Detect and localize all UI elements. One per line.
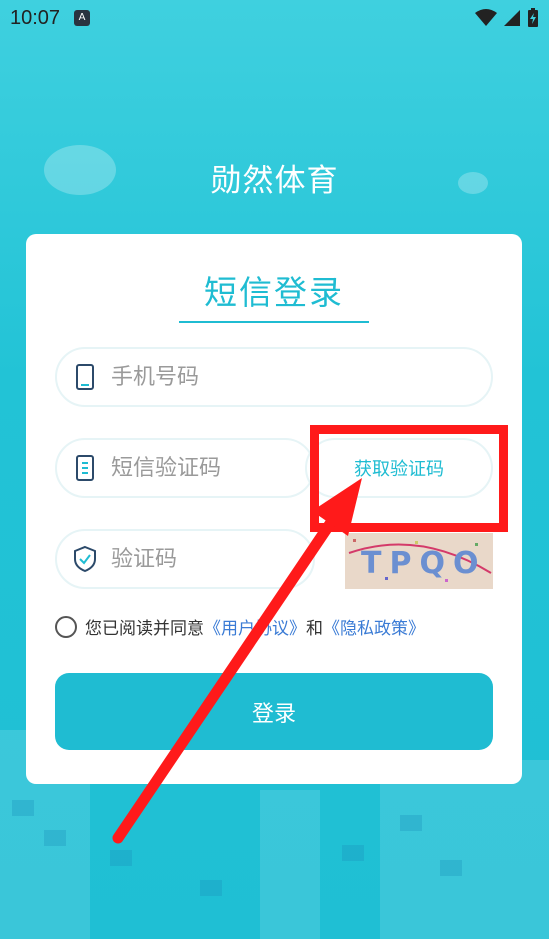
phone-input[interactable] (111, 364, 291, 390)
battery-charging-icon (528, 8, 538, 27)
captcha-field (55, 529, 315, 589)
captcha-text: TPQO (361, 546, 486, 581)
background-building (260, 790, 320, 939)
wifi-icon (475, 9, 497, 26)
agreement-prefix: 您已阅读并同意 (85, 619, 204, 639)
status-icons (475, 8, 539, 28)
background-window (342, 845, 364, 861)
message-icon (73, 454, 97, 482)
app-title: 勋然体育 (210, 163, 339, 199)
phone-icon (73, 363, 97, 391)
background-window (12, 800, 34, 816)
background-building (380, 760, 549, 939)
user-agreement-link[interactable]: 《用户协议》 (204, 614, 306, 639)
captcha-input[interactable] (111, 546, 291, 572)
background-window (44, 830, 66, 846)
shield-icon (73, 545, 97, 573)
notification-app-icon: A (74, 10, 91, 26)
signal-icon (504, 10, 520, 26)
login-button[interactable]: 登录 (55, 673, 493, 750)
title-underline (179, 321, 369, 323)
sms-code-input[interactable] (111, 455, 291, 481)
background-window (400, 815, 422, 831)
privacy-policy-link[interactable]: 《隐私政策》 (323, 614, 425, 639)
status-bar: 10:07 A (0, 0, 549, 36)
sms-code-field (55, 438, 315, 498)
background-window (200, 880, 222, 896)
agreement-radio[interactable] (55, 615, 77, 638)
agreement-conjunction: 和 (306, 619, 323, 639)
annotation-highlight-box (310, 425, 508, 532)
background-window (110, 850, 132, 866)
captcha-image[interactable]: TPQO (345, 533, 493, 589)
login-title: 短信登录 (204, 273, 344, 312)
status-time: 10:07 (10, 6, 61, 29)
phone-field (55, 347, 493, 407)
background-window (440, 860, 462, 876)
agreement-row: 您已阅读并同意 《用户协议》 和 《隐私政策》 (55, 614, 425, 639)
